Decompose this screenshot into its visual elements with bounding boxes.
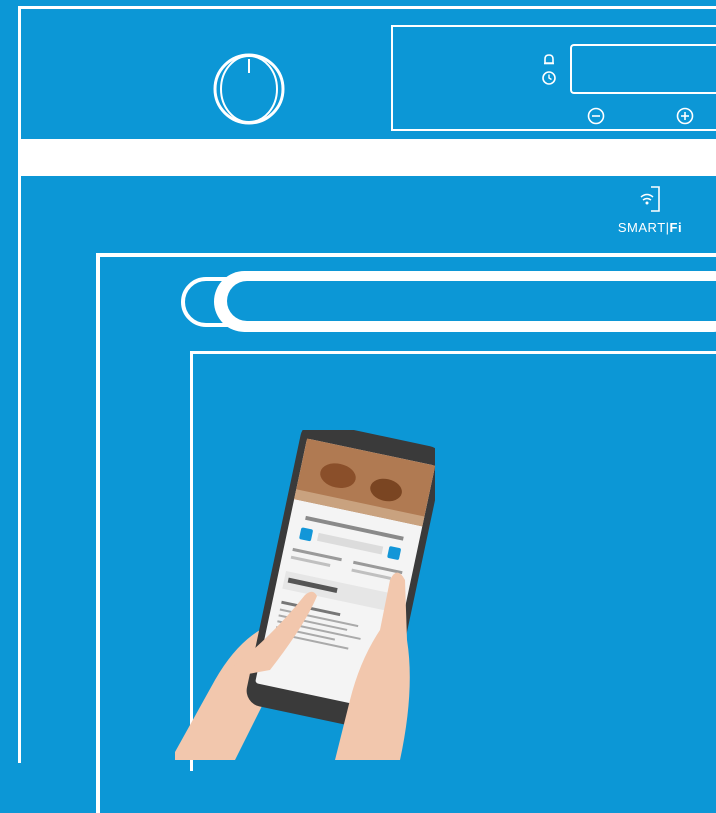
minus-circle-icon[interactable] [586,106,606,126]
digital-display-screen [570,44,716,94]
smartfi-logo: SMART|Fi [600,185,700,235]
clock-icon[interactable] [541,70,557,86]
bell-icon[interactable] [541,52,557,68]
wifi-door-icon [640,186,660,212]
rotary-knob-icon[interactable] [211,51,287,127]
smartfi-label: SMART|Fi [617,220,683,235]
smartfi-label-light: SMART [617,220,666,235]
smartfi-label-bold: Fi [669,220,683,235]
plus-circle-icon[interactable] [675,106,695,126]
phone-in-hands-image [175,430,435,760]
door-handle-inner [227,281,716,321]
panel-divider-band [21,139,716,176]
